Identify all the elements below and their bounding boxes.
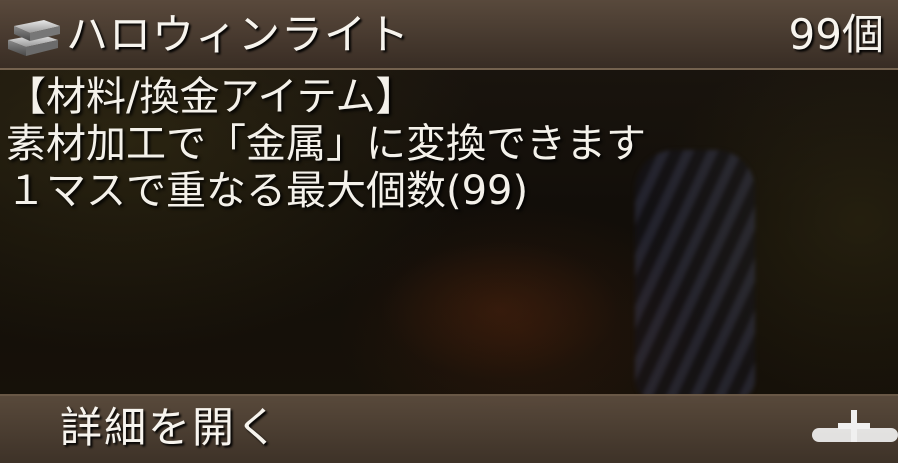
scroll-indicator[interactable] <box>812 428 898 442</box>
open-details-button[interactable]: 詳細を開く <box>60 402 280 454</box>
item-name: ハロウィンライト <box>66 10 411 59</box>
game-scene: ハロウィンライト 99個 【材料/換金アイテム】 素材加工で「金属」に変換できま… <box>0 0 898 463</box>
item-header: ハロウィンライト 99個 <box>0 0 898 70</box>
background-character <box>635 150 755 400</box>
item-description: 【材料/換金アイテム】 素材加工で「金属」に変換できます １マスで重なる最大個数… <box>6 74 646 215</box>
description-line-conversion: 素材加工で「金属」に変換できます <box>6 121 646 167</box>
metal-ingot-icon <box>8 20 60 56</box>
description-line-category: 【材料/換金アイテム】 <box>6 74 416 120</box>
item-count: 99個 <box>788 10 884 59</box>
detail-bar[interactable]: 詳細を開く <box>0 394 898 463</box>
scene-glow <box>380 240 620 380</box>
description-line-stack: １マスで重なる最大個数(99) <box>6 168 529 214</box>
